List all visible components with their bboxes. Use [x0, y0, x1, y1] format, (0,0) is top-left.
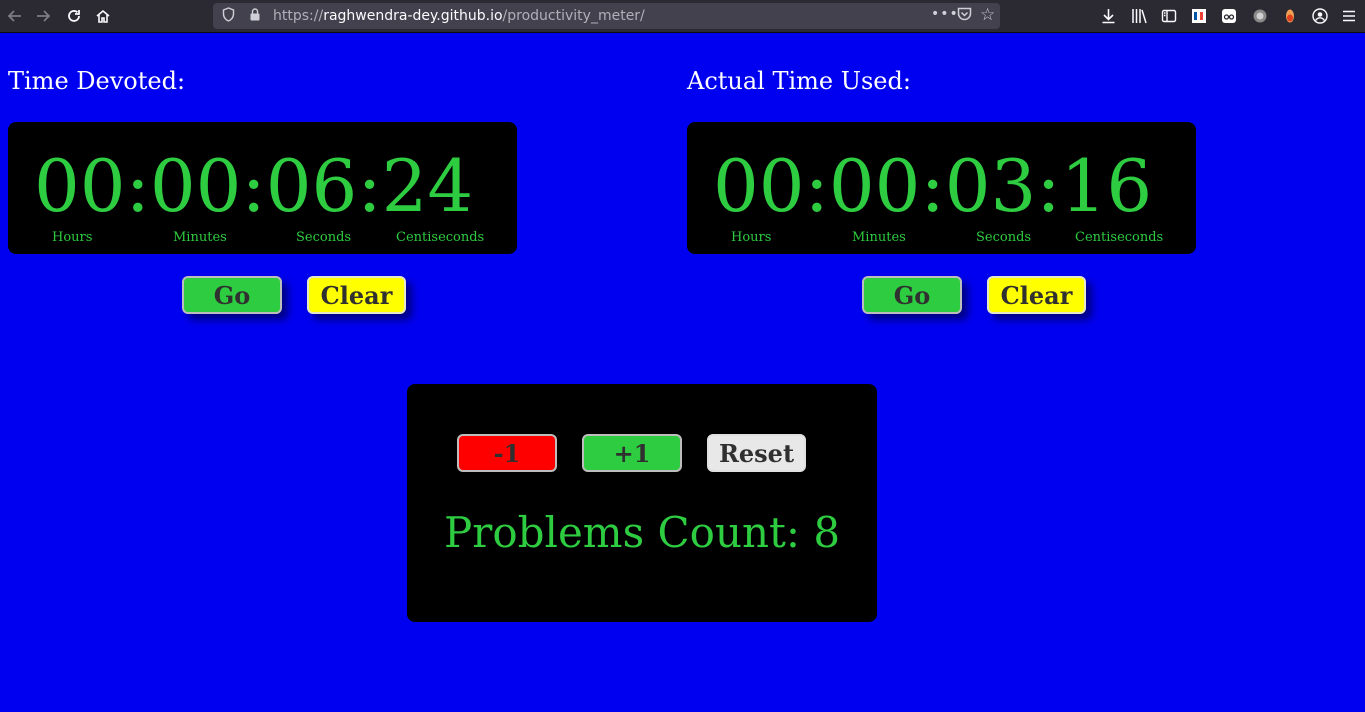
- actual-time-digits: 00:00:03:16: [713, 144, 1153, 228]
- decrement-button[interactable]: -1: [457, 434, 557, 472]
- reload-icon[interactable]: [63, 5, 85, 27]
- url-bar[interactable]: https://raghwendra-dey.github.io/product…: [213, 3, 1000, 29]
- problems-counter-panel: -1 +1 Reset Problems Count: 8: [407, 384, 877, 622]
- url-host: raghwendra-dey.github.io: [323, 8, 503, 24]
- url-scheme: https://: [273, 8, 324, 24]
- unit-seconds-label: Seconds: [296, 230, 352, 245]
- extension-circle-icon[interactable]: [1252, 8, 1268, 28]
- unit-centiseconds-label: Centiseconds: [1075, 230, 1164, 245]
- url-path: /productivity_meter/: [502, 8, 645, 24]
- shield-icon[interactable]: [222, 7, 235, 25]
- reset-button[interactable]: Reset: [707, 434, 806, 472]
- extension-pill-icon[interactable]: [1282, 8, 1298, 28]
- actual-time-display-panel: 00:00:03:16 Hours Minutes Seconds Centis…: [687, 122, 1196, 254]
- actual-time-used-title: Actual Time Used:: [687, 67, 911, 95]
- actual-time-clear-button[interactable]: Clear: [987, 276, 1086, 314]
- forward-arrow-icon[interactable]: [32, 5, 54, 27]
- unit-seconds-label: Seconds: [976, 230, 1032, 245]
- unit-centiseconds-label: Centiseconds: [396, 230, 485, 245]
- url-text[interactable]: https://raghwendra-dey.github.io/product…: [273, 8, 645, 24]
- pocket-icon[interactable]: [957, 7, 972, 24]
- unit-minutes-label: Minutes: [173, 230, 227, 245]
- browser-toolbar: https://raghwendra-dey.github.io/product…: [0, 0, 1365, 33]
- extension-flag-icon[interactable]: [1191, 8, 1207, 28]
- sidebar-icon[interactable]: [1161, 8, 1177, 28]
- extension-glasses-icon[interactable]: [1221, 8, 1237, 28]
- downloads-icon[interactable]: [1101, 8, 1116, 28]
- unit-minutes-label: Minutes: [852, 230, 906, 245]
- menu-hamburger-icon[interactable]: [1341, 8, 1357, 28]
- bookmark-star-icon[interactable]: ☆: [980, 5, 995, 25]
- library-icon[interactable]: [1131, 8, 1148, 28]
- unit-hours-label: Hours: [731, 230, 772, 245]
- time-devoted-clear-button[interactable]: Clear: [307, 276, 406, 314]
- time-devoted-digits: 00:00:06:24: [34, 144, 474, 228]
- time-devoted-display-panel: 00:00:06:24 Hours Minutes Seconds Centis…: [8, 122, 517, 254]
- actual-time-go-button[interactable]: Go: [862, 276, 962, 314]
- time-devoted-go-button[interactable]: Go: [182, 276, 282, 314]
- increment-button[interactable]: +1: [582, 434, 682, 472]
- account-icon[interactable]: [1312, 8, 1328, 28]
- lock-icon[interactable]: [249, 7, 261, 25]
- home-icon[interactable]: [92, 5, 114, 27]
- problems-count-text: Problems Count: 8: [444, 508, 841, 557]
- more-actions-icon[interactable]: •••: [931, 6, 959, 22]
- back-arrow-icon[interactable]: [4, 5, 26, 27]
- unit-hours-label: Hours: [52, 230, 93, 245]
- time-devoted-title: Time Devoted:: [8, 67, 186, 95]
